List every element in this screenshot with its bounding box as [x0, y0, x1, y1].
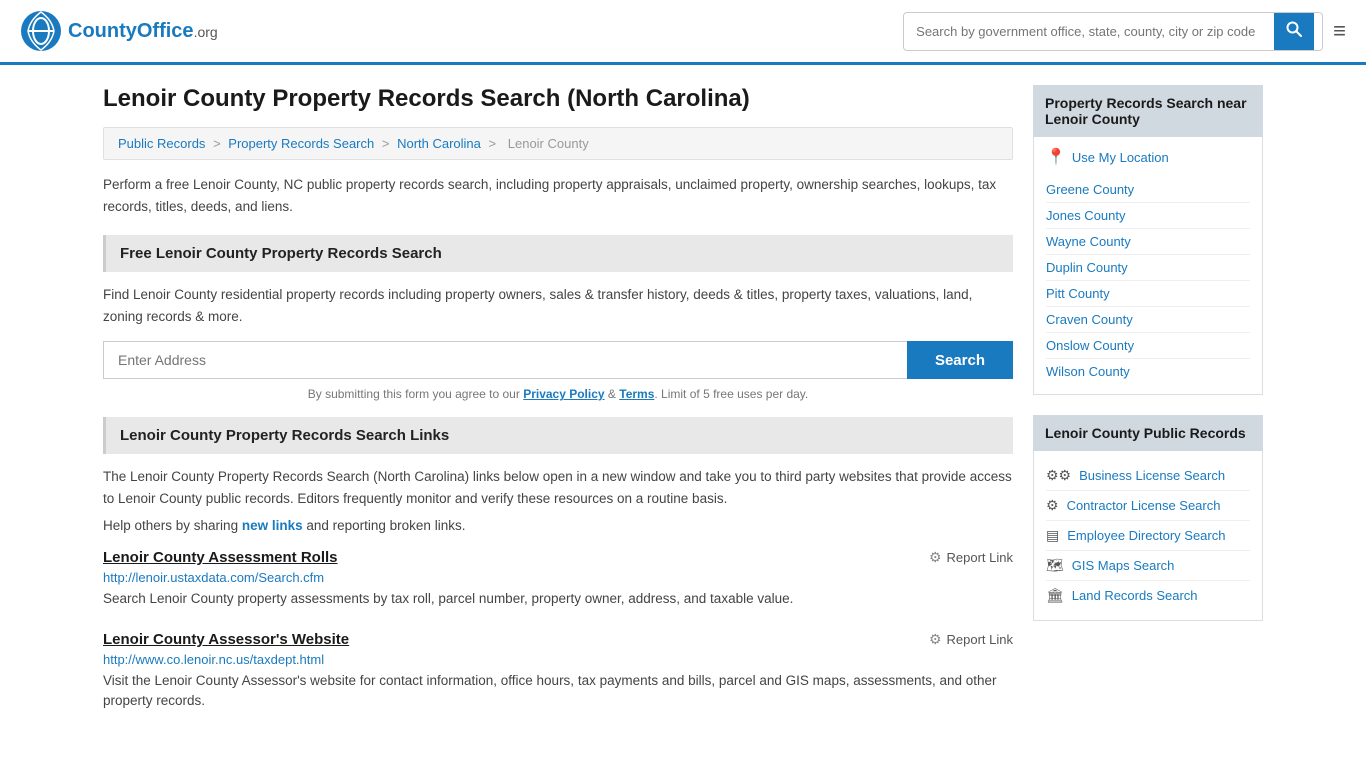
sidebar-contractor-license[interactable]: ⚙ Contractor License Search [1046, 491, 1250, 521]
report-label-0: Report Link [947, 550, 1013, 565]
use-my-location-button[interactable]: 📍 Use My Location [1046, 147, 1250, 167]
breadcrumb-sep2: > [382, 136, 393, 151]
sidebar-gis-maps[interactable]: 🗺 GIS Maps Search [1046, 551, 1250, 581]
header-search-button[interactable] [1274, 13, 1314, 50]
public-records-title: Lenoir County Public Records [1033, 415, 1263, 451]
sidebar-land-records[interactable]: 🏛 Land Records Search [1046, 581, 1250, 610]
sidebar: Property Records Search near Lenoir Coun… [1033, 85, 1263, 733]
gis-maps-label: GIS Maps Search [1072, 558, 1175, 573]
page-title: Lenoir County Property Records Search (N… [103, 85, 1013, 113]
breadcrumb-property-records[interactable]: Property Records Search [228, 136, 374, 151]
form-note-and: & [605, 387, 620, 401]
form-note: By submitting this form you agree to our… [103, 387, 1013, 401]
sidebar-link-craven[interactable]: Craven County [1046, 307, 1250, 333]
breadcrumb: Public Records > Property Records Search… [103, 127, 1013, 160]
link-url-1[interactable]: http://www.co.lenoir.nc.us/taxdept.html [103, 652, 1013, 667]
free-search-header: Free Lenoir County Property Records Sear… [103, 235, 1013, 272]
sidebar-link-onslow[interactable]: Onslow County [1046, 333, 1250, 359]
link-desc-1: Visit the Lenoir County Assessor's websi… [103, 671, 1013, 712]
header: CountyOffice.org ≡ [0, 0, 1366, 65]
sharing-suffix: and reporting broken links. [303, 518, 466, 533]
links-description: The Lenoir County Property Records Searc… [103, 466, 1013, 509]
nearby-section-content: 📍 Use My Location Greene County Jones Co… [1033, 137, 1263, 395]
nearby-section: Property Records Search near Lenoir Coun… [1033, 85, 1263, 395]
land-records-icon: 🏛 [1046, 587, 1064, 604]
employee-directory-label: Employee Directory Search [1067, 528, 1225, 543]
privacy-policy-link[interactable]: Privacy Policy [523, 387, 604, 401]
nearby-section-title: Property Records Search near Lenoir Coun… [1033, 85, 1263, 137]
sidebar-link-wilson[interactable]: Wilson County [1046, 359, 1250, 384]
logo[interactable]: CountyOffice.org [20, 10, 218, 52]
link-url-0[interactable]: http://lenoir.ustaxdata.com/Search.cfm [103, 570, 1013, 585]
address-form: Search [103, 341, 1013, 379]
sidebar-link-duplin[interactable]: Duplin County [1046, 255, 1250, 281]
gis-maps-icon: 🗺 [1046, 557, 1064, 574]
header-right: ≡ [903, 12, 1346, 51]
address-search-button[interactable]: Search [907, 341, 1013, 379]
breadcrumb-current: Lenoir County [508, 136, 589, 151]
report-icon-1: ⚙ [929, 631, 942, 648]
breadcrumb-nc[interactable]: North Carolina [397, 136, 481, 151]
link-item-assessment-rolls: Lenoir County Assessment Rolls ⚙ Report … [103, 549, 1013, 609]
menu-icon[interactable]: ≡ [1333, 18, 1346, 44]
header-search-container [903, 12, 1323, 51]
breadcrumb-sep3: > [489, 136, 500, 151]
public-records-content: ⚙⚙ Business License Search ⚙ Contractor … [1033, 451, 1263, 621]
free-search-description: Find Lenoir County residential property … [103, 284, 1013, 327]
report-link-button-1[interactable]: ⚙ Report Link [929, 631, 1013, 648]
report-icon-0: ⚙ [929, 549, 942, 566]
header-search-input[interactable] [904, 16, 1274, 47]
link-desc-0: Search Lenoir County property assessment… [103, 589, 1013, 609]
link-title-assessor[interactable]: Lenoir County Assessor's Website [103, 631, 349, 648]
use-my-location-label: Use My Location [1072, 150, 1169, 165]
form-note-prefix: By submitting this form you agree to our [308, 387, 523, 401]
sidebar-link-pitt[interactable]: Pitt County [1046, 281, 1250, 307]
logo-icon [20, 10, 62, 52]
sidebar-employee-directory[interactable]: ▤ Employee Directory Search [1046, 521, 1250, 551]
page-description: Perform a free Lenoir County, NC public … [103, 174, 1013, 217]
sidebar-link-wayne[interactable]: Wayne County [1046, 229, 1250, 255]
form-note-suffix: . Limit of 5 free uses per day. [654, 387, 808, 401]
content-area: Lenoir County Property Records Search (N… [103, 85, 1013, 733]
land-records-label: Land Records Search [1072, 588, 1198, 603]
breadcrumb-sep1: > [213, 136, 224, 151]
terms-link[interactable]: Terms [619, 387, 654, 401]
sidebar-link-greene[interactable]: Greene County [1046, 177, 1250, 203]
location-icon: 📍 [1046, 147, 1066, 167]
public-records-section: Lenoir County Public Records ⚙⚙ Business… [1033, 415, 1263, 621]
report-link-button-0[interactable]: ⚙ Report Link [929, 549, 1013, 566]
links-section: Lenoir County Property Records Search Li… [103, 417, 1013, 711]
sidebar-link-jones[interactable]: Jones County [1046, 203, 1250, 229]
links-section-header: Lenoir County Property Records Search Li… [103, 417, 1013, 454]
report-label-1: Report Link [947, 632, 1013, 647]
sharing-prefix: Help others by sharing [103, 518, 242, 533]
link-item-assessor-website: Lenoir County Assessor's Website ⚙ Repor… [103, 631, 1013, 712]
main-layout: Lenoir County Property Records Search (N… [83, 65, 1283, 753]
employee-directory-icon: ▤ [1046, 527, 1059, 544]
link-item-header: Lenoir County Assessment Rolls ⚙ Report … [103, 549, 1013, 566]
contractor-license-icon: ⚙ [1046, 497, 1059, 514]
link-title-assessment-rolls[interactable]: Lenoir County Assessment Rolls [103, 549, 338, 566]
address-input[interactable] [103, 341, 907, 379]
sharing-note: Help others by sharing new links and rep… [103, 518, 1013, 533]
business-license-icon: ⚙⚙ [1046, 467, 1071, 484]
sidebar-business-license[interactable]: ⚙⚙ Business License Search [1046, 461, 1250, 491]
link-item-header-1: Lenoir County Assessor's Website ⚙ Repor… [103, 631, 1013, 648]
free-search-section: Free Lenoir County Property Records Sear… [103, 235, 1013, 401]
logo-text: CountyOffice.org [68, 20, 218, 43]
contractor-license-label: Contractor License Search [1067, 498, 1221, 513]
search-icon [1286, 21, 1302, 37]
business-license-label: Business License Search [1079, 468, 1225, 483]
breadcrumb-public-records[interactable]: Public Records [118, 136, 205, 151]
new-links-link[interactable]: new links [242, 518, 303, 533]
